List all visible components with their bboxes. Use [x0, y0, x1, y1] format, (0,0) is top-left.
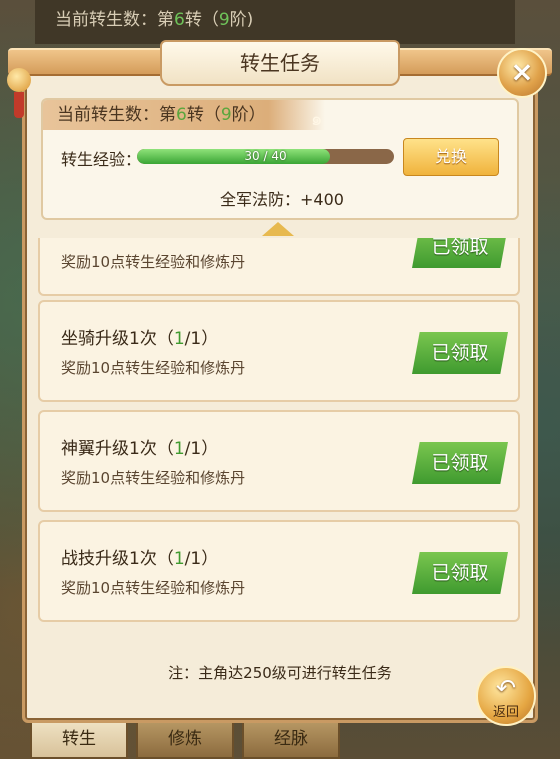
back-button[interactable]: ↶ 返回	[476, 666, 536, 726]
task-progress-total: /1）	[184, 439, 219, 459]
task-progress-num: 1	[173, 549, 185, 569]
tab-cultivate[interactable]: 修炼	[136, 718, 234, 759]
lantern-icon	[4, 62, 34, 118]
task-desc: 奖励10点转生经验和修炼丹	[61, 579, 246, 597]
task-progress-total: /1）	[184, 549, 219, 569]
claimed-badge: 已领取	[412, 442, 508, 484]
task-title: 战技升级1次	[61, 549, 157, 569]
task-desc: 奖励10点转生经验和修炼丹	[61, 253, 246, 271]
status-stage: 9	[220, 105, 232, 125]
close-button[interactable]: ×	[497, 48, 547, 98]
exp-label: 转生经验：	[61, 150, 142, 169]
exp-progress-text: 30 / 40	[244, 149, 287, 163]
status-num: 6	[176, 105, 187, 125]
task-item: 坐骑升级1次（1/1） 奖励10点转生经验和修炼丹 已领取	[38, 300, 520, 402]
rebirth-status-box: 当前转生数：第6转（9阶） ๑ 转生经验： 30 / 40 兑换 全军法防：+4…	[41, 98, 519, 220]
task-progress-num: 1	[173, 439, 185, 459]
requirement-note: 注：主角达250级可进行转生任务	[168, 664, 392, 682]
current-rebirth-header: 当前转生数：第6转（9阶）	[43, 100, 325, 130]
status-end: 阶）	[231, 105, 266, 125]
tab-rebirth[interactable]: 转生	[30, 718, 128, 759]
task-item: 战技升级1次（1/1） 奖励10点转生经验和修炼丹 已领取	[38, 520, 520, 622]
task-name: 神翼升级1次（1/1）	[61, 434, 218, 459]
background-tabs: 转生 修炼 经脉	[30, 718, 470, 759]
task-progress-open: （	[156, 439, 174, 459]
task-item: 奖励10点转生经验和修炼丹 已领取	[38, 238, 520, 296]
scroll-up-arrow-icon[interactable]	[262, 222, 294, 236]
task-name: 坐骑升级1次（1/1）	[61, 324, 218, 349]
bg-status-prefix: 当前转生数：第	[55, 10, 174, 30]
bg-status-num: 6	[174, 10, 185, 30]
bg-status-stage: 9	[218, 10, 230, 30]
army-defense-bonus: 全军法防：+400	[220, 190, 344, 209]
task-title: 神翼升级1次	[61, 439, 157, 459]
swirl-ornament-icon: ๑	[311, 109, 323, 130]
task-item: 神翼升级1次（1/1） 奖励10点转生经验和修炼丹 已领取	[38, 410, 520, 512]
status-mid: 转（	[186, 105, 221, 125]
exchange-button[interactable]: 兑换	[403, 138, 499, 176]
task-desc: 奖励10点转生经验和修炼丹	[61, 469, 246, 487]
claimed-badge: 已领取	[412, 238, 508, 268]
task-list[interactable]: 奖励10点转生经验和修炼丹 已领取 坐骑升级1次（1/1） 奖励10点转生经验和…	[35, 238, 525, 623]
task-desc: 奖励10点转生经验和修炼丹	[61, 359, 246, 377]
back-label: 返回	[492, 705, 519, 720]
background-rebirth-status: 当前转生数：第6转（9阶)	[35, 0, 515, 44]
task-title: 坐骑升级1次	[61, 329, 157, 349]
tab-meridian[interactable]: 经脉	[242, 718, 340, 759]
status-prefix: 当前转生数：第	[57, 105, 176, 125]
return-arrow-icon: ↶	[495, 674, 517, 702]
task-progress-num: 1	[173, 329, 185, 349]
task-progress-total: /1）	[184, 329, 219, 349]
claimed-badge: 已领取	[412, 552, 508, 594]
claimed-badge: 已领取	[412, 332, 508, 374]
bg-status-suffix: 转（	[184, 10, 219, 30]
panel-title: 转生任务	[160, 40, 400, 86]
bg-status-end: 阶)	[229, 10, 254, 30]
task-progress-open: （	[156, 329, 174, 349]
task-name: 战技升级1次（1/1）	[61, 544, 218, 569]
task-progress-open: （	[156, 549, 174, 569]
exp-progress-bar: 30 / 40	[137, 149, 394, 164]
